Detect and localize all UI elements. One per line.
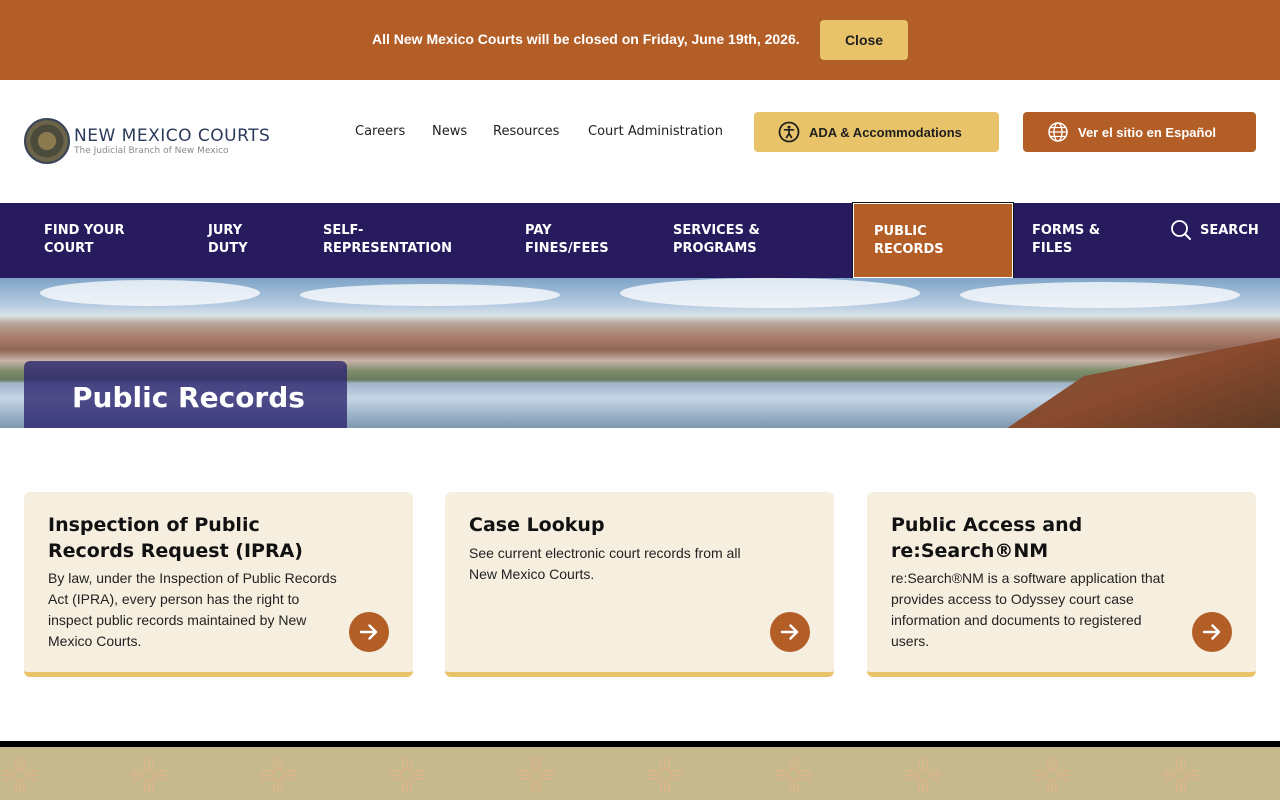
- zia-sun-icon: [1163, 757, 1199, 793]
- zia-sun-icon: [131, 757, 167, 793]
- site-logo[interactable]: NEW MEXICO COURTS The Judicial Branch of…: [24, 118, 270, 164]
- zia-sun-icon: [776, 757, 812, 793]
- nav-label-line2: FILES: [1032, 241, 1073, 256]
- spanish-site-button[interactable]: Ver el sitio en Español: [1023, 112, 1256, 152]
- card-link-button[interactable]: [349, 612, 389, 652]
- hero-cloud: [40, 280, 260, 306]
- nav-label-line2: COURT: [44, 241, 94, 256]
- nav-services-programs[interactable]: SERVICES & PROGRAMS: [673, 203, 823, 278]
- nav-label-line1: PUBLIC: [874, 224, 927, 239]
- card-description: See current electronic court records fro…: [469, 545, 741, 582]
- footer-pattern: [0, 747, 1280, 800]
- nav-label-line1: SERVICES &: [673, 223, 760, 238]
- nav-label-line1: PAY: [525, 223, 552, 238]
- hero-title-panel: Public Records: [24, 361, 347, 428]
- nav-label-line2: REPRESENTATION: [323, 241, 452, 256]
- link-resources[interactable]: Resources: [493, 124, 559, 139]
- page-title: Public Records: [72, 381, 305, 414]
- site-header: NEW MEXICO COURTS The Judicial Branch of…: [0, 80, 1280, 203]
- zia-sun-icon: [1034, 757, 1070, 793]
- arrow-right-icon: [359, 624, 378, 640]
- main-navigation: FIND YOUR COURT JURY DUTY SELF- REPRESEN…: [0, 202, 1280, 279]
- card-case-lookup[interactable]: Case Lookup See current electronic court…: [445, 492, 834, 677]
- hero-cliff: [1000, 338, 1280, 428]
- nav-label-line1: FIND YOUR: [44, 223, 125, 238]
- globe-icon: [1048, 122, 1068, 142]
- nav-search-button[interactable]: SEARCH: [1170, 219, 1259, 241]
- card-title: Case Lookup: [469, 514, 605, 536]
- zia-sun-icon: [2, 757, 38, 793]
- zia-sun-icon: [389, 757, 425, 793]
- nav-find-your-court[interactable]: FIND YOUR COURT: [44, 203, 184, 278]
- nav-label-line1: JURY: [208, 223, 243, 238]
- nav-label-line1: SELF-: [323, 223, 364, 238]
- nav-forms-files[interactable]: FORMS & FILES: [1032, 203, 1142, 278]
- link-news[interactable]: News: [432, 124, 467, 139]
- card-link-button[interactable]: [1192, 612, 1232, 652]
- hero-banner: Public Records: [0, 278, 1280, 428]
- nav-public-records[interactable]: PUBLIC RECORDS: [852, 202, 1014, 279]
- ada-button-label: ADA & Accommodations: [809, 124, 962, 140]
- nav-label-line2: FINES/FEES: [525, 241, 609, 256]
- link-careers[interactable]: Careers: [355, 124, 405, 139]
- hero-cloud: [620, 278, 920, 308]
- nav-self-representation[interactable]: SELF- REPRESENTATION: [323, 203, 503, 278]
- zia-sun-icon: [260, 757, 296, 793]
- ada-accommodations-button[interactable]: ADA & Accommodations: [754, 112, 999, 152]
- alert-message: All New Mexico Courts will be closed on …: [372, 31, 800, 47]
- nav-pay-fines-fees[interactable]: PAY FINES/FEES: [525, 203, 645, 278]
- nav-jury-duty[interactable]: JURY DUTY: [208, 203, 298, 278]
- zia-sun-icon: [518, 757, 554, 793]
- spanish-button-label: Ver el sitio en Español: [1078, 124, 1216, 140]
- card-title: Public Access and re:Search®NM: [891, 514, 1083, 562]
- search-icon: [1171, 220, 1191, 240]
- nav-label-line2: DUTY: [208, 241, 248, 256]
- alert-close-button[interactable]: Close: [820, 20, 908, 60]
- nav-label-line1: FORMS &: [1032, 223, 1101, 238]
- nav-label-line2: PROGRAMS: [673, 241, 757, 256]
- nav-label-line2: RECORDS: [874, 242, 944, 257]
- court-seal-icon: [24, 118, 70, 164]
- card-description: By law, under the Inspection of Public R…: [48, 570, 337, 649]
- card-title: Inspection of Public Records Request (IP…: [48, 514, 303, 562]
- zia-sun-icon: [647, 757, 683, 793]
- zia-sun-icon: [905, 757, 941, 793]
- accessibility-icon: [778, 121, 800, 143]
- arrow-right-icon: [1202, 624, 1221, 640]
- alert-banner: All New Mexico Courts will be closed on …: [0, 0, 1280, 80]
- card-link-button[interactable]: [770, 612, 810, 652]
- logo-subtitle: The Judicial Branch of New Mexico: [74, 145, 229, 156]
- logo-title: NEW MEXICO COURTS: [74, 125, 271, 146]
- card-ipra[interactable]: Inspection of Public Records Request (IP…: [24, 492, 413, 677]
- arrow-right-icon: [780, 624, 799, 640]
- hero-cloud: [300, 284, 560, 306]
- link-court-administration[interactable]: Court Administration: [588, 124, 723, 139]
- card-description: re:Search®NM is a software application t…: [891, 570, 1165, 649]
- nav-search-label: SEARCH: [1200, 222, 1259, 238]
- card-public-access-research[interactable]: Public Access and re:Search®NM re:Search…: [867, 492, 1256, 677]
- hero-cloud: [960, 282, 1240, 308]
